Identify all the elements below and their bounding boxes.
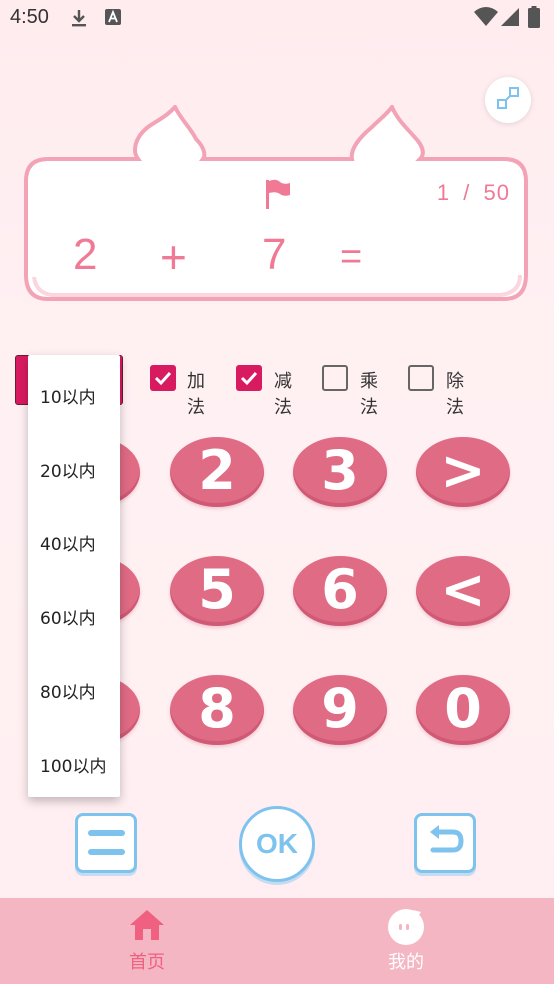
nav-profile[interactable]: 我的 <box>336 898 476 984</box>
range-option-20[interactable]: 20以内 <box>40 457 96 482</box>
op-label: 乘法 <box>360 371 378 418</box>
bottom-navigation: 首页 我的 <box>0 898 554 984</box>
ok-button[interactable]: OK <box>239 806 315 882</box>
undo-button[interactable] <box>414 813 476 873</box>
range-option-10[interactable]: 10以内 <box>40 383 96 408</box>
key-0[interactable]: 0 <box>416 675 510 745</box>
key-8[interactable]: 8 <box>170 675 264 745</box>
nav-home-label: 首页 <box>129 952 165 973</box>
ok-label: OK <box>256 828 298 859</box>
home-icon <box>128 908 166 946</box>
operand-a: 2 <box>73 230 98 279</box>
op-label: 减法 <box>274 371 292 418</box>
profile-icon <box>387 908 425 950</box>
question-progress: 1 / 50 <box>436 180 510 205</box>
key-5[interactable]: 5 <box>170 556 264 626</box>
battery-icon <box>528 6 540 32</box>
op-label: 加法 <box>187 371 205 418</box>
key-3[interactable]: 3 <box>293 437 387 507</box>
flag-icon <box>264 178 292 214</box>
op-label: 除法 <box>446 371 464 418</box>
nav-profile-label: 我的 <box>388 952 424 973</box>
key-6[interactable]: 6 <box>293 556 387 626</box>
signal-icon <box>500 7 520 31</box>
menu-button[interactable] <box>75 813 137 873</box>
range-dropdown-menu: 10以内 20以内 40以内 60以内 80以内 100以内 <box>28 355 120 797</box>
key-greater-than[interactable]: > <box>416 437 510 507</box>
font-a-icon <box>104 8 122 30</box>
status-time: 4:50 <box>10 6 49 28</box>
undo-icon <box>425 824 465 862</box>
checkbox-unchecked[interactable] <box>408 365 434 391</box>
key-less-than[interactable]: < <box>416 556 510 626</box>
range-option-80[interactable]: 80以内 <box>40 678 96 703</box>
checkbox-checked[interactable] <box>150 365 176 391</box>
checkbox-unchecked[interactable] <box>322 365 348 391</box>
status-bar: 4:50 <box>0 0 554 38</box>
nav-home[interactable]: 首页 <box>77 898 217 984</box>
checkbox-checked[interactable] <box>236 365 262 391</box>
key-2[interactable]: 2 <box>170 437 264 507</box>
download-icon <box>70 8 88 32</box>
operator: + <box>160 231 187 283</box>
wifi-icon <box>474 7 498 31</box>
range-option-100[interactable]: 100以内 <box>40 752 106 777</box>
key-9[interactable]: 9 <box>293 675 387 745</box>
range-option-40[interactable]: 40以内 <box>40 530 96 555</box>
operand-b: 7 <box>262 230 287 279</box>
equals-sign: = <box>340 236 363 278</box>
range-option-60[interactable]: 60以内 <box>40 604 96 629</box>
